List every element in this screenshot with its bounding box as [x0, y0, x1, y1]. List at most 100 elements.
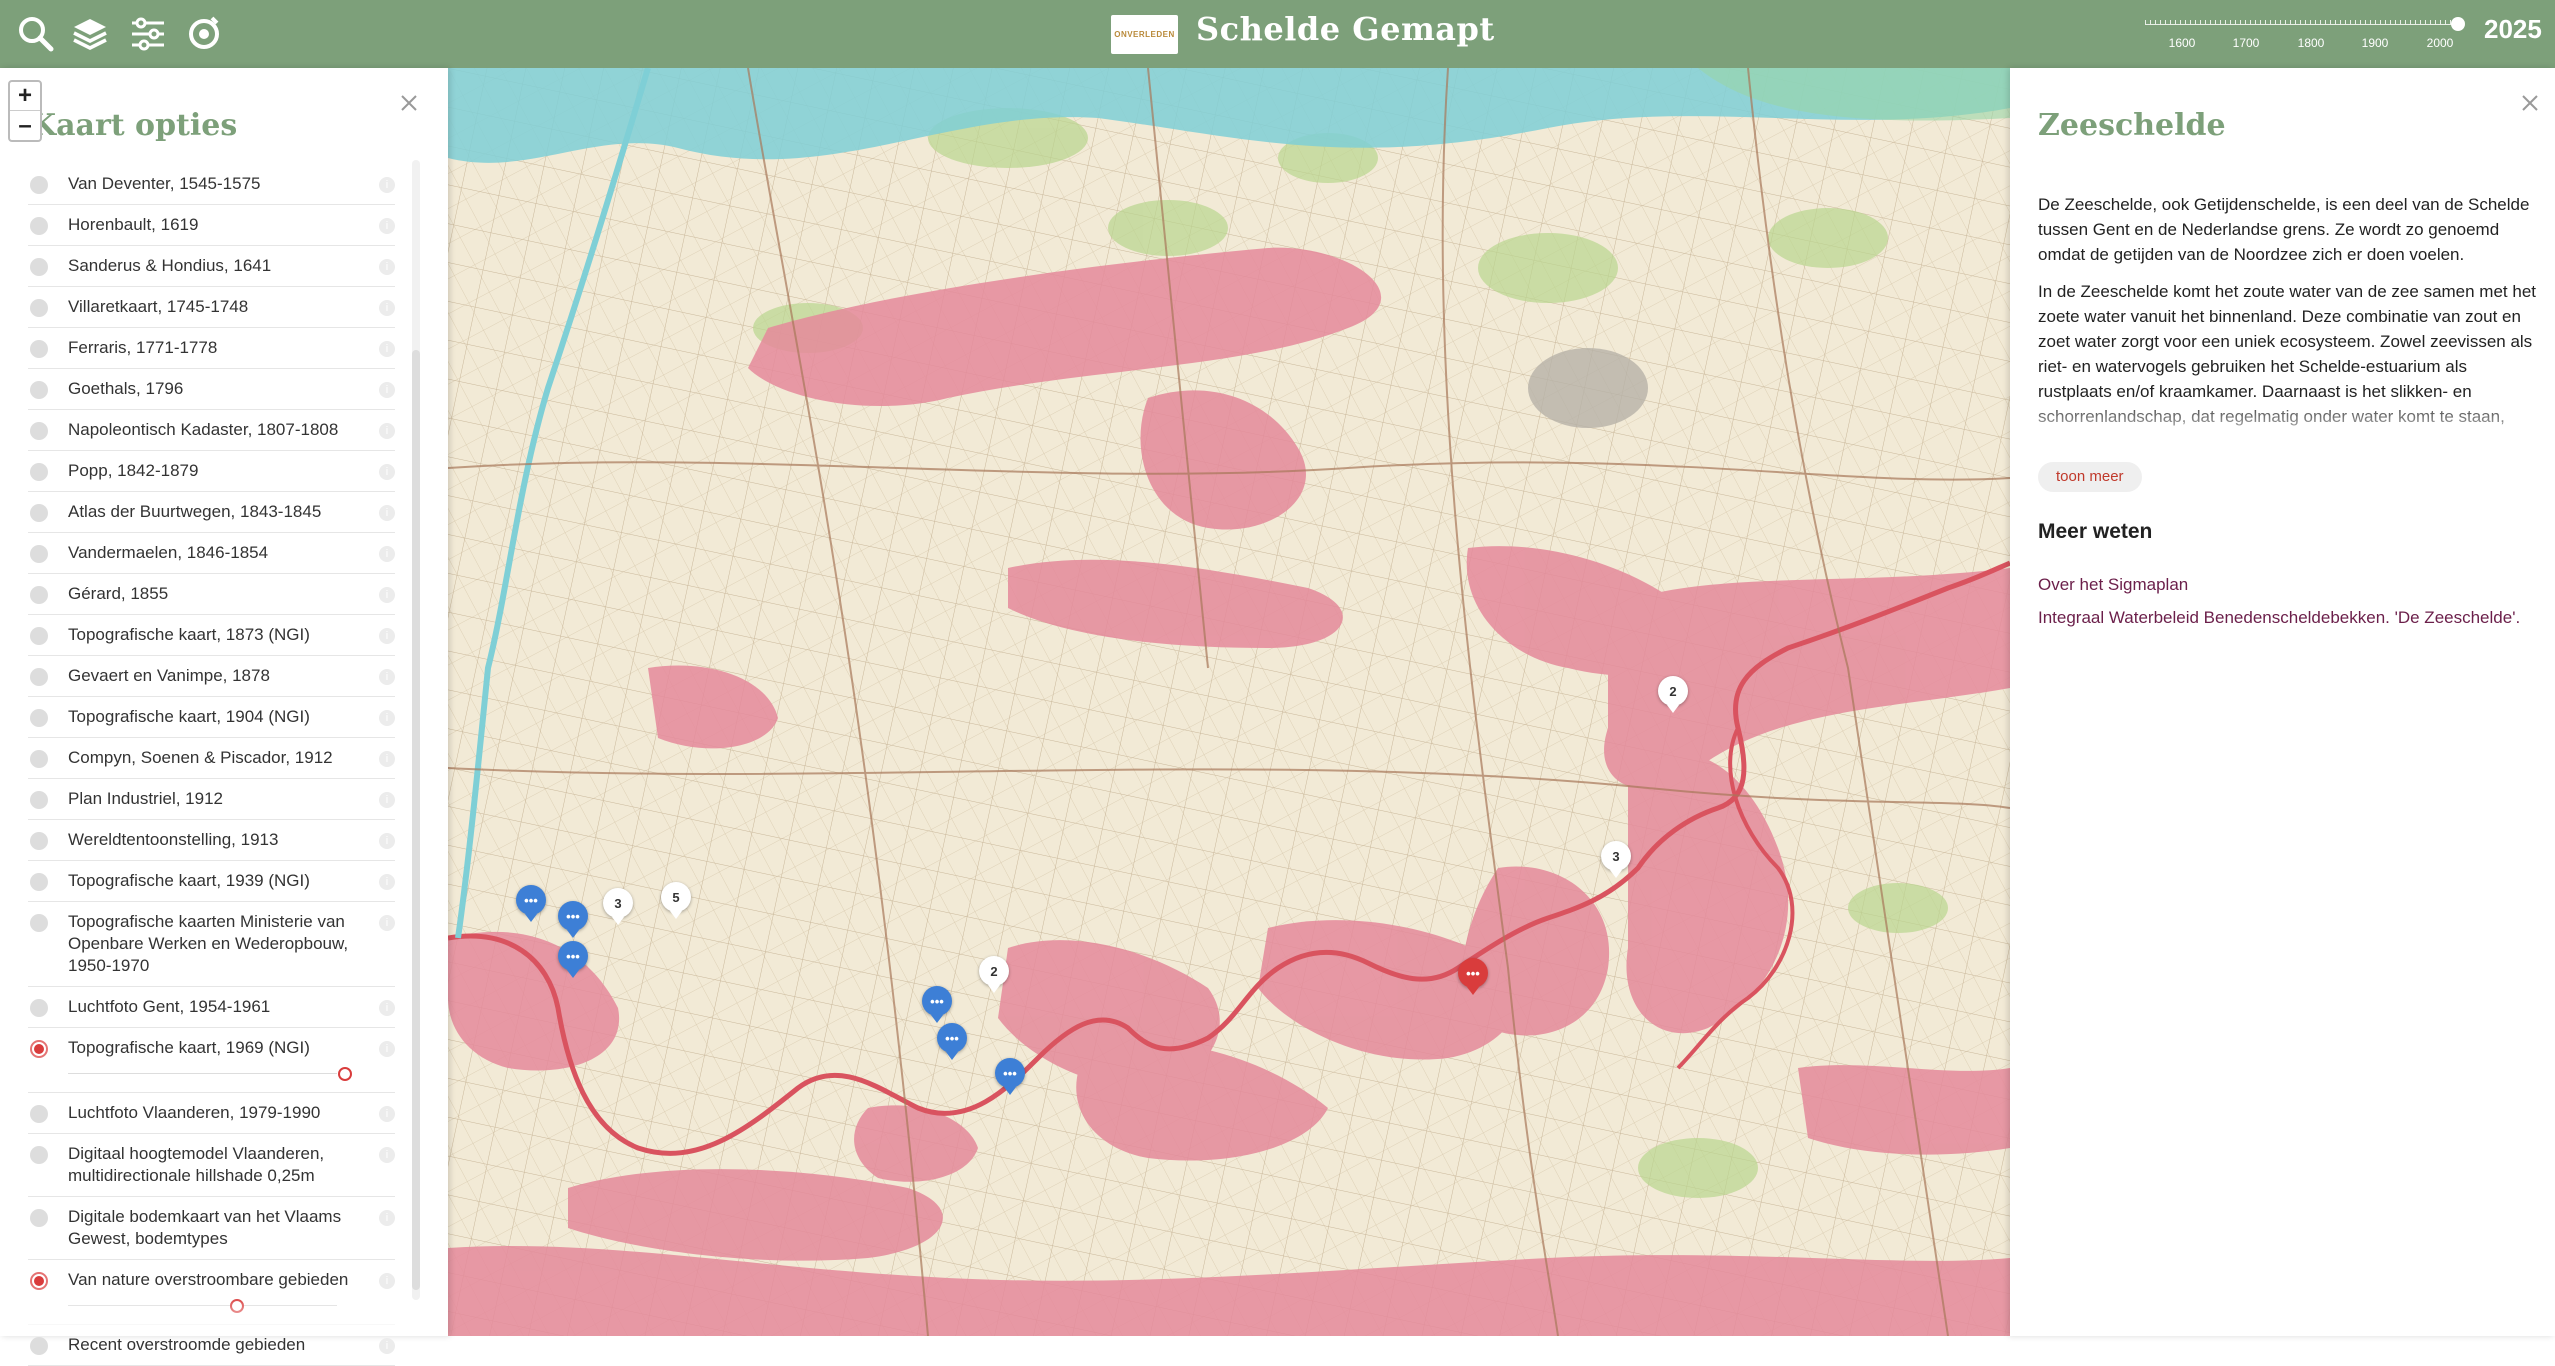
layer-item[interactable]: Horenbault, 1619 i: [28, 205, 395, 246]
scrollbar[interactable]: [412, 160, 420, 1300]
scrollbar-thumb[interactable]: [412, 350, 420, 1290]
info-icon[interactable]: i: [379, 1041, 395, 1057]
layer-item[interactable]: Villaretkaart, 1745-1748 i: [28, 287, 395, 328]
layer-radio[interactable]: [30, 668, 48, 686]
map-marker[interactable]: •••: [937, 1023, 967, 1060]
layer-radio[interactable]: [30, 791, 48, 809]
layer-item[interactable]: Topografische kaart, 1904 (NGI) i: [28, 697, 395, 738]
info-icon[interactable]: i: [379, 341, 395, 357]
info-icon[interactable]: i: [379, 259, 395, 275]
layer-item[interactable]: Sanderus & Hondius, 1641 i: [28, 246, 395, 287]
info-icon[interactable]: i: [379, 710, 395, 726]
layer-item[interactable]: Digitale bodemkaart van het Vlaams Gewes…: [28, 1197, 395, 1260]
info-icon[interactable]: i: [379, 1338, 395, 1354]
layers-icon[interactable]: [70, 14, 110, 54]
layer-radio[interactable]: [30, 545, 48, 563]
link-sigmaplan[interactable]: Over het Sigmaplan: [2038, 568, 2548, 601]
layer-item[interactable]: Topografische kaart, 1873 (NGI) i: [28, 615, 395, 656]
layer-radio[interactable]: [30, 914, 48, 932]
layer-item[interactable]: Digitaal hoogtemodel Vlaanderen, multidi…: [28, 1134, 395, 1197]
map-marker[interactable]: •••: [922, 986, 952, 1023]
info-icon[interactable]: i: [379, 833, 395, 849]
layer-item[interactable]: Plan Industriel, 1912 i: [28, 779, 395, 820]
info-icon[interactable]: i: [379, 218, 395, 234]
layer-item[interactable]: Gérard, 1855 i: [28, 574, 395, 615]
close-icon[interactable]: [2517, 90, 2543, 116]
info-icon[interactable]: i: [379, 628, 395, 644]
map-marker[interactable]: •••: [995, 1058, 1025, 1095]
map-marker[interactable]: •••: [558, 901, 588, 938]
layer-item[interactable]: Vandermaelen, 1846-1854 i: [28, 533, 395, 574]
zoom-in-button[interactable]: +: [10, 82, 40, 111]
info-icon[interactable]: i: [379, 1106, 395, 1122]
info-icon[interactable]: i: [379, 792, 395, 808]
layer-radio[interactable]: [30, 176, 48, 194]
search-icon[interactable]: [16, 14, 56, 54]
layer-radio[interactable]: [30, 1337, 48, 1355]
layer-radio[interactable]: [30, 627, 48, 645]
layer-item[interactable]: Luchtfoto Vlaanderen, 1979-1990 i: [28, 1093, 395, 1134]
map-cluster-marker[interactable]: 5: [661, 882, 691, 919]
logo[interactable]: ONVERLEDEN: [1111, 15, 1178, 54]
map-canvas[interactable]: ••• ••• ••• 3 5 ••• ••• 2 ••• ••• 3 2: [448, 68, 2010, 1336]
show-more-button[interactable]: toon meer: [2038, 462, 2142, 492]
opacity-knob[interactable]: [338, 1067, 352, 1081]
layer-radio[interactable]: [30, 832, 48, 850]
layer-radio[interactable]: [30, 873, 48, 891]
info-icon[interactable]: i: [379, 1000, 395, 1016]
info-icon[interactable]: i: [379, 505, 395, 521]
layer-item[interactable]: Atlas der Buurtwegen, 1843-1845 i: [28, 492, 395, 533]
info-icon[interactable]: i: [379, 669, 395, 685]
layer-radio[interactable]: [30, 999, 48, 1017]
info-icon[interactable]: i: [379, 546, 395, 562]
info-icon[interactable]: i: [379, 1147, 395, 1163]
info-icon[interactable]: i: [379, 300, 395, 316]
layer-radio[interactable]: [30, 1040, 48, 1058]
link-waterbeleid[interactable]: Integraal Waterbeleid Benedenscheldebekk…: [2038, 601, 2548, 634]
layer-radio[interactable]: [30, 299, 48, 317]
info-icon[interactable]: i: [379, 464, 395, 480]
map-cluster-marker[interactable]: 3: [1601, 841, 1631, 878]
layer-item[interactable]: Topografische kaart, 1969 (NGI) i: [28, 1028, 395, 1093]
layer-radio[interactable]: [30, 381, 48, 399]
info-icon[interactable]: i: [379, 915, 395, 931]
layer-item[interactable]: Ferraris, 1771-1778 i: [28, 328, 395, 369]
layer-radio[interactable]: [30, 750, 48, 768]
map-marker-selected[interactable]: •••: [1458, 958, 1488, 995]
timeline-handle[interactable]: [2451, 17, 2465, 31]
layer-radio[interactable]: [30, 217, 48, 235]
layer-item[interactable]: Popp, 1842-1879 i: [28, 451, 395, 492]
layer-radio[interactable]: [30, 504, 48, 522]
layer-item[interactable]: Van Deventer, 1545-1575 i: [28, 164, 395, 205]
layer-radio[interactable]: [30, 258, 48, 276]
layer-item[interactable]: Wereldtentoonstelling, 1913 i: [28, 820, 395, 861]
layer-radio[interactable]: [30, 1272, 48, 1290]
info-icon[interactable]: i: [379, 1273, 395, 1289]
layer-radio[interactable]: [30, 340, 48, 358]
info-icon[interactable]: i: [379, 177, 395, 193]
layer-item[interactable]: Luchtfoto Gent, 1954-1961 i: [28, 987, 395, 1028]
layer-radio[interactable]: [30, 422, 48, 440]
info-icon[interactable]: i: [379, 587, 395, 603]
layer-item[interactable]: Topografische kaart, 1939 (NGI) i: [28, 861, 395, 902]
layer-item[interactable]: Topografische kaarten Ministerie van Ope…: [28, 902, 395, 987]
info-icon[interactable]: i: [379, 751, 395, 767]
opacity-slider[interactable]: [68, 1065, 367, 1083]
layer-radio[interactable]: [30, 1146, 48, 1164]
info-icon[interactable]: i: [379, 382, 395, 398]
locate-icon[interactable]: [184, 14, 224, 54]
zoom-out-button[interactable]: –: [10, 111, 40, 140]
timeline-slider[interactable]: 1600 1700 1800 1900 2000: [2145, 17, 2465, 50]
info-icon[interactable]: i: [379, 1210, 395, 1226]
map-cluster-marker[interactable]: 3: [603, 888, 633, 925]
map-cluster-marker[interactable]: 2: [1658, 676, 1688, 713]
layer-item[interactable]: Gevaert en Vanimpe, 1878 i: [28, 656, 395, 697]
map-marker[interactable]: •••: [516, 885, 546, 922]
layer-item[interactable]: Goethals, 1796 i: [28, 369, 395, 410]
layer-radio[interactable]: [30, 586, 48, 604]
map-cluster-marker[interactable]: 2: [979, 956, 1009, 993]
layer-item[interactable]: Compyn, Soenen & Piscador, 1912 i: [28, 738, 395, 779]
close-icon[interactable]: [396, 90, 422, 116]
layer-radio[interactable]: [30, 1105, 48, 1123]
info-icon[interactable]: i: [379, 874, 395, 890]
